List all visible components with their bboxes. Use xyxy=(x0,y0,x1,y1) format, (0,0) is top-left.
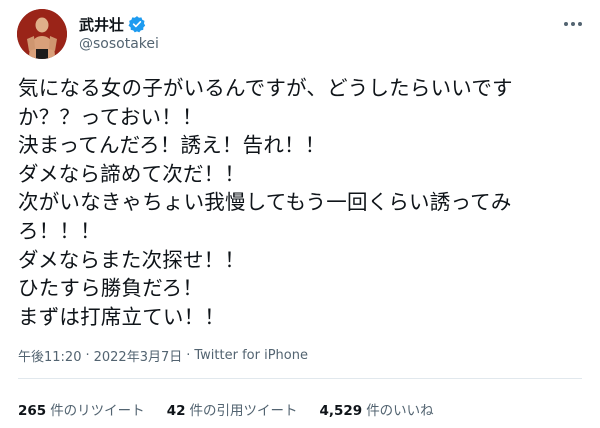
likes-label: 件のいいね xyxy=(366,403,434,419)
tweet-line: ひたすら勝負だろ！ xyxy=(18,276,204,301)
meta-separator: · xyxy=(85,348,90,363)
retweets-stat[interactable]: 265 件のリツイート xyxy=(18,399,145,419)
tweet-source[interactable]: Twitter for iPhone xyxy=(194,348,308,363)
tweet-line: ダメなら諦めて次だ！！ xyxy=(18,161,246,186)
avatar[interactable] xyxy=(17,9,67,59)
retweets-count: 265 xyxy=(18,403,47,419)
meta-separator: · xyxy=(186,348,191,363)
tweet-line: 気になる女の子がいるんですが、どうしたらいいです xyxy=(18,76,513,100)
quotes-count: 42 xyxy=(166,403,186,419)
quotes-stat[interactable]: 42 件の引用ツイート xyxy=(167,399,298,419)
avatar-image xyxy=(17,9,67,59)
tweet-line: まずは打席立てい！！ xyxy=(18,304,225,329)
tweet-date[interactable]: 2022年3月7日 xyxy=(94,346,183,365)
likes-stat[interactable]: 4,529 件のいいね xyxy=(319,399,433,419)
quotes-label: 件の引用ツイート xyxy=(189,403,298,419)
tweet-line: ろ！！！ xyxy=(18,218,101,243)
verified-badge-icon xyxy=(128,15,146,33)
tweet-line: 決まってんだろ！誘え！告れ！！ xyxy=(18,133,326,158)
tweet-line: 次がいなきゃちょい我慢してもう一回くらい誘ってみ xyxy=(18,190,512,215)
author-name-row[interactable]: 武井壮 xyxy=(79,13,146,35)
author-display-name[interactable]: 武井壮 xyxy=(79,14,124,35)
tweet-meta: 午後11:20 · 2022年3月7日 · Twitter for iPhone xyxy=(18,346,308,365)
retweets-label: 件のリツイート xyxy=(50,403,145,419)
author-handle[interactable]: @sosotakei xyxy=(79,36,159,52)
divider xyxy=(18,378,582,379)
tweet-time[interactable]: 午後11:20 xyxy=(18,346,81,365)
engagement-stats: 265 件のリツイート 42 件の引用ツイート 4,529 件のいいね xyxy=(18,399,456,419)
tweet-line: ダメならまた次探せ！！ xyxy=(18,247,246,272)
likes-count: 4,529 xyxy=(319,403,363,419)
tweet-line: か？？っておい！！ xyxy=(18,104,203,129)
more-icon[interactable] xyxy=(558,12,588,36)
tweet-text: 気になる女の子がいるんですが、どうしたらいいです か？？っておい！！ 決まってん… xyxy=(18,74,593,331)
